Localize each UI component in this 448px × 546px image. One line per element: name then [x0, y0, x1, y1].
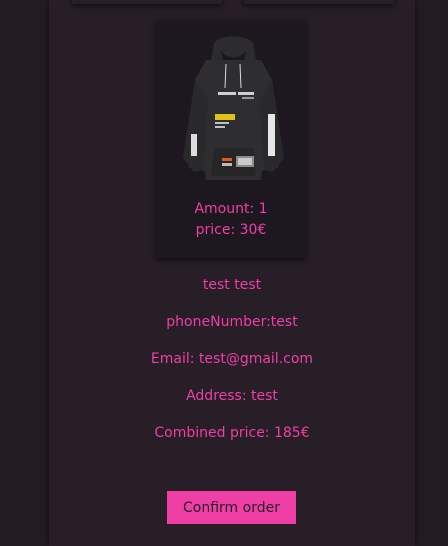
customer-email: Email: test@gmail.com [150, 351, 314, 367]
customer-address: Address: test [186, 388, 278, 404]
previous-product-card [72, 0, 222, 4]
product-amount: Amount: 1 [194, 201, 268, 217]
previous-product-card [244, 0, 394, 4]
combined-price: Combined price: 185€ [154, 425, 310, 441]
confirm-order-button[interactable]: Confirm order [167, 491, 296, 524]
order-summary-page: Amount: 1 price: 30€ test test phoneNumb… [0, 0, 448, 546]
customer-phone: phoneNumber:test [166, 314, 298, 330]
customer-name: test test [202, 277, 262, 293]
hoodie-product-image [183, 36, 284, 180]
product-price: price: 30€ [195, 222, 267, 238]
product-card: Amount: 1 price: 30€ [156, 20, 306, 258]
